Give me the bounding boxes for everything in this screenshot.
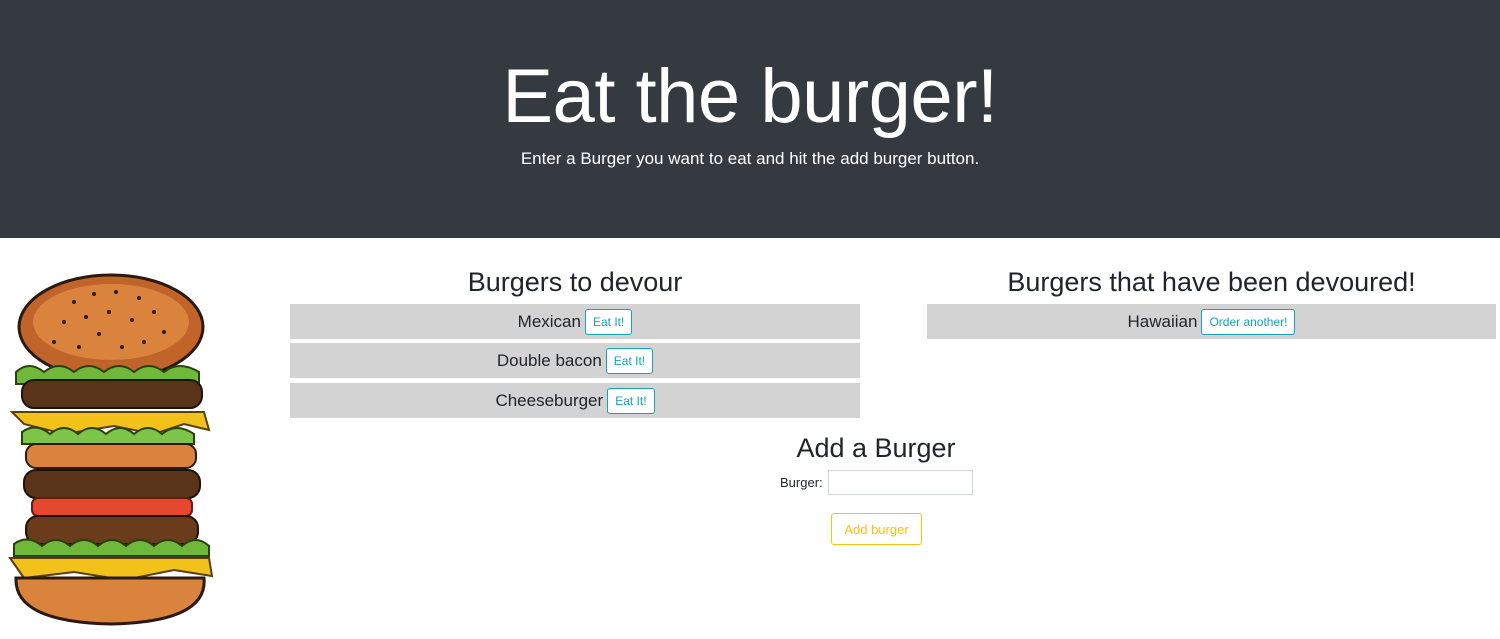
page-title: Eat the burger! — [502, 54, 998, 139]
eat-it-button[interactable]: Eat It! — [607, 387, 655, 414]
devoured-heading: Burgers that have been devoured! — [1007, 267, 1416, 297]
add-burger-heading: Add a Burger — [796, 433, 956, 463]
order-another-button[interactable]: Order another! — [1201, 308, 1296, 335]
burger-name: Double bacon — [496, 350, 602, 370]
page-subtitle: Enter a Burger you want to eat and hit t… — [520, 149, 980, 168]
list-item: Cheeseburger Eat It! — [290, 383, 860, 418]
list-item: Hawaiian Order another! — [927, 304, 1496, 339]
to-devour-heading: Burgers to devour — [467, 267, 683, 297]
burger-name: Mexican — [517, 311, 581, 331]
list-item: Mexican Eat It! — [290, 304, 860, 339]
eat-it-button[interactable]: Eat It! — [584, 308, 633, 335]
burger-name-input[interactable] — [828, 470, 973, 495]
eat-it-button[interactable]: Eat It! — [605, 347, 654, 374]
list-item: Double bacon Eat It! — [290, 343, 860, 378]
burger-illustration — [8, 273, 214, 626]
burger-name: Cheeseburger — [495, 390, 604, 410]
header-jumbotron: Eat the burger! Enter a Burger you want … — [0, 0, 1500, 238]
add-burger-button[interactable]: Add burger — [831, 513, 922, 545]
burger-name: Hawaiian — [1127, 311, 1198, 331]
burger-field-label: Burger: — [780, 475, 823, 490]
